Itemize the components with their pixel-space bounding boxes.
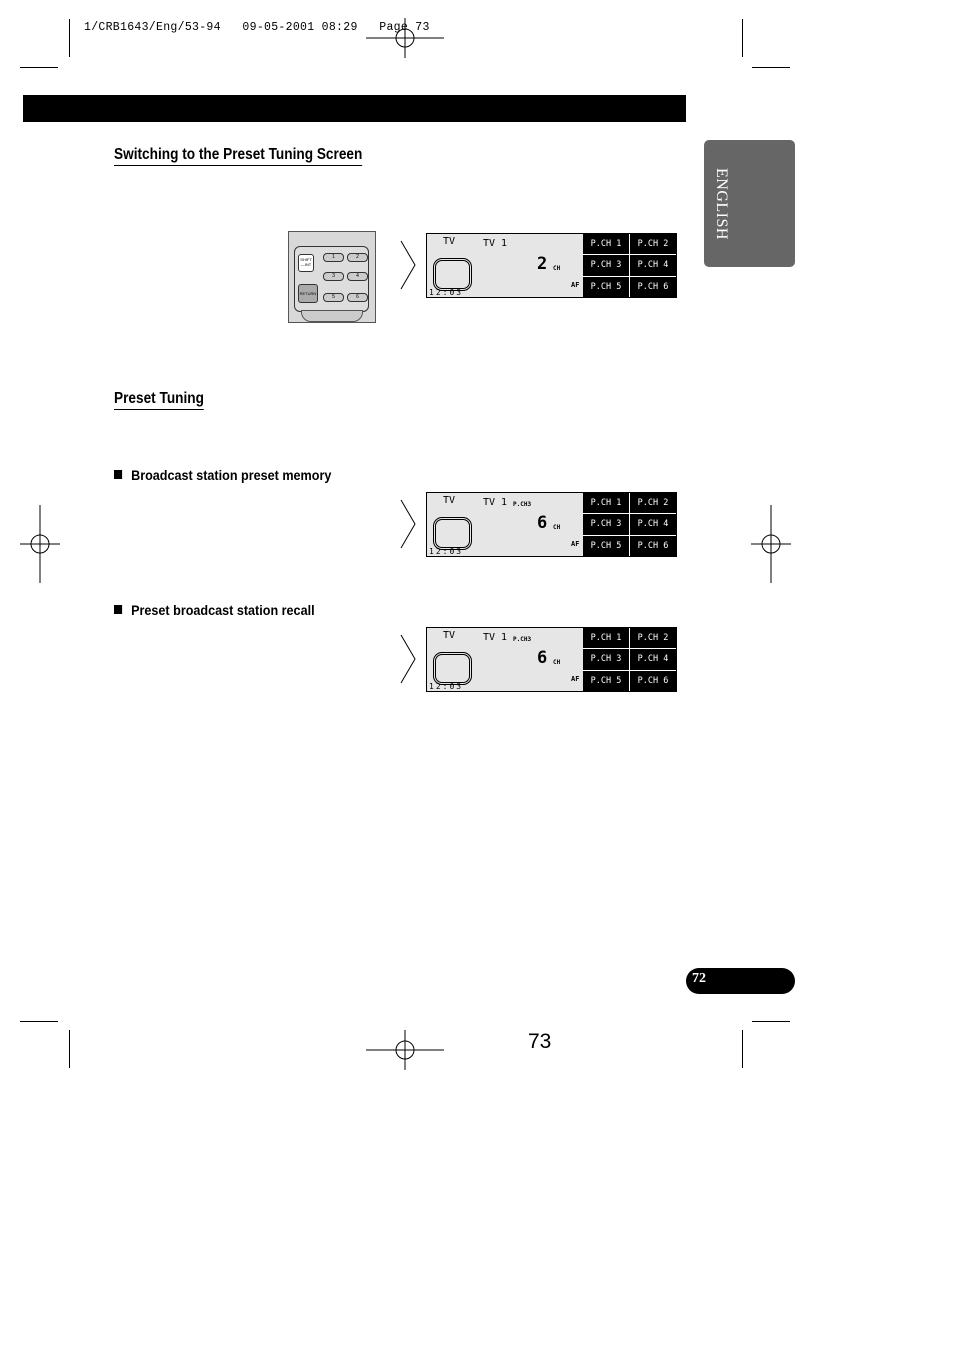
preset-button-4[interactable]: P.CH 4 (630, 255, 676, 276)
remote-key-1: 1 (323, 253, 344, 262)
remote-joystick (301, 310, 363, 322)
remote-key-5: 5 (323, 293, 344, 302)
arrow-right-icon (400, 499, 416, 549)
registration-mark-icon (366, 1030, 444, 1070)
preset-button-grid: P.CH 1 P.CH 2 P.CH 3 P.CH 4 P.CH 5 P.CH 6 (583, 628, 676, 691)
arrow-right-icon (400, 240, 416, 290)
preset-button-grid: P.CH 1 P.CH 2 P.CH 3 P.CH 4 P.CH 5 P.CH 6 (583, 234, 676, 297)
page-pill-number: 72 (692, 971, 706, 986)
preset-button-1[interactable]: P.CH 1 (583, 628, 629, 649)
tv-screen-icon (433, 258, 472, 291)
registration-mark-icon (20, 505, 60, 583)
page-pill: 72 (686, 968, 795, 994)
language-tab-label: ENGLISH (713, 168, 730, 240)
af-indicator: AF (571, 540, 580, 548)
preset-button-6[interactable]: P.CH 6 (630, 276, 676, 297)
shift-int-key: SHIFT —INT (298, 254, 314, 272)
clock: 12:03 (429, 288, 464, 297)
bullet-icon (114, 470, 123, 479)
source-label: TV (443, 236, 456, 247)
preset-button-4[interactable]: P.CH 4 (630, 514, 676, 535)
band-label: TV 1 (483, 497, 508, 508)
preset-button-3[interactable]: P.CH 3 (583, 649, 629, 670)
tv-screen-icon (433, 652, 472, 685)
channel-unit: CH (553, 524, 561, 531)
source-label: TV (443, 495, 456, 506)
remote-control-illustration: SHIFT —INT RETURN 12 34 56 (288, 231, 376, 323)
subsection-memory-label: Broadcast station preset memory (131, 467, 332, 483)
preset-button-3[interactable]: P.CH 3 (583, 514, 629, 535)
page-number: 73 (528, 1030, 552, 1053)
channel-unit: CH (553, 659, 561, 666)
channel-unit: CH (553, 265, 561, 272)
band-label: TV 1 (483, 238, 508, 249)
tv-display-panel: TV TV 1 P.CH3 6 CH AF 12:03 P.CH 1 P.CH 2… (426, 627, 677, 692)
crop-mark (742, 19, 743, 57)
channel-number: 2 (537, 254, 548, 274)
remote-key-4: 4 (347, 272, 368, 281)
crop-mark (20, 1021, 58, 1022)
preset-button-1[interactable]: P.CH 1 (583, 493, 629, 514)
af-indicator: AF (571, 675, 580, 683)
preset-indicator: P.CH3 (513, 501, 532, 508)
preset-button-4[interactable]: P.CH 4 (630, 649, 676, 670)
tv-display-panel: TV TV 1 P.CH3 6 CH AF 12:03 P.CH 1 P.CH 2… (426, 492, 677, 557)
clock: 12:03 (429, 547, 464, 556)
band-label: TV 1 (483, 632, 508, 643)
arrow-right-icon (400, 634, 416, 684)
crop-mark (69, 19, 70, 57)
remote-key-6: 6 (347, 293, 368, 302)
header-bar (23, 95, 686, 122)
crop-mark (20, 67, 58, 68)
source-label: TV (443, 630, 456, 641)
subsection-recall: Preset broadcast station recall (114, 602, 315, 618)
manual-page: 1/CRB1643/Eng/53-94 09-05-2001 08:29 Pag… (0, 0, 954, 1351)
preset-button-2[interactable]: P.CH 2 (630, 234, 676, 255)
preset-button-1[interactable]: P.CH 1 (583, 234, 629, 255)
crop-mark (742, 1030, 743, 1068)
preset-button-2[interactable]: P.CH 2 (630, 628, 676, 649)
preset-button-6[interactable]: P.CH 6 (630, 535, 676, 556)
crop-mark (69, 1030, 70, 1068)
preset-button-grid: P.CH 1 P.CH 2 P.CH 3 P.CH 4 P.CH 5 P.CH 6 (583, 493, 676, 556)
preset-button-5[interactable]: P.CH 5 (583, 276, 629, 297)
channel-number: 6 (537, 513, 548, 533)
bullet-icon (114, 605, 123, 614)
return-key: RETURN (298, 284, 318, 303)
registration-mark-icon (366, 18, 444, 58)
clock: 12:03 (429, 682, 464, 691)
remote-key-3: 3 (323, 272, 344, 281)
language-tab: ENGLISH (704, 140, 795, 267)
preset-button-5[interactable]: P.CH 5 (583, 670, 629, 691)
crop-mark (752, 67, 790, 68)
subsection-recall-label: Preset broadcast station recall (131, 602, 315, 618)
remote-key-2: 2 (347, 253, 368, 262)
tv-display-panel: TV TV 1 2 CH AF 12:03 P.CH 1 P.CH 2 P.CH 3… (426, 233, 677, 298)
section-title-preset: Preset Tuning (114, 390, 204, 410)
tv-screen-icon (433, 517, 472, 550)
preset-button-6[interactable]: P.CH 6 (630, 670, 676, 691)
preset-button-2[interactable]: P.CH 2 (630, 493, 676, 514)
crop-mark (752, 1021, 790, 1022)
channel-number: 6 (537, 648, 548, 668)
preset-indicator: P.CH3 (513, 636, 532, 643)
section-title-switching: Switching to the Preset Tuning Screen (114, 146, 363, 166)
registration-mark-icon (751, 505, 791, 583)
af-indicator: AF (571, 281, 580, 289)
preset-button-3[interactable]: P.CH 3 (583, 255, 629, 276)
subsection-memory: Broadcast station preset memory (114, 467, 331, 483)
preset-button-5[interactable]: P.CH 5 (583, 535, 629, 556)
